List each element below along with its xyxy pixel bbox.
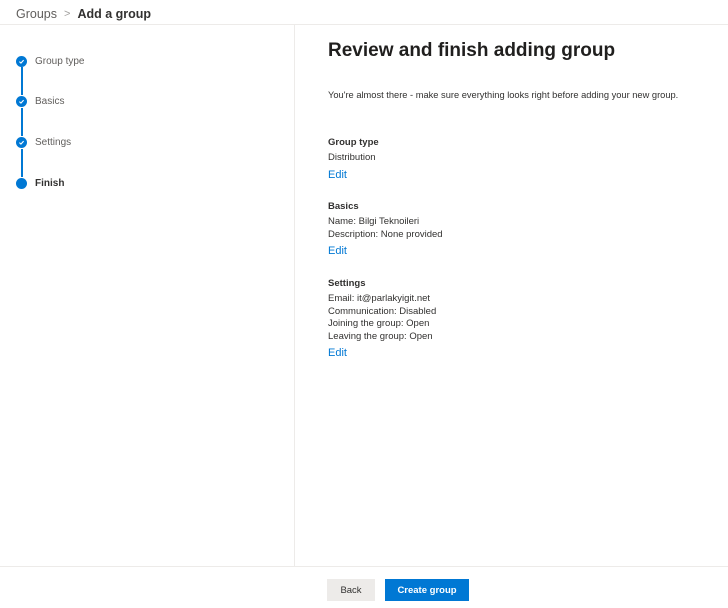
step-settings[interactable]: Settings xyxy=(16,135,71,149)
breadcrumb-current: Add a group xyxy=(77,7,152,21)
section-settings: Settings Email: it@parlakyigit.net Commu… xyxy=(328,277,436,361)
step-label: Settings xyxy=(35,136,72,148)
section-value: Leaving the group: Open xyxy=(328,330,433,342)
step-connector xyxy=(21,108,23,136)
edit-settings-link[interactable]: Edit xyxy=(328,347,347,359)
section-value: Communication: Disabled xyxy=(328,305,437,317)
section-value: Distribution xyxy=(328,152,376,163)
section-group-type: Group type Distribution Edit xyxy=(328,136,379,183)
check-circle-icon xyxy=(16,55,27,67)
breadcrumb-groups-link[interactable]: Groups xyxy=(16,7,57,21)
footer-divider xyxy=(0,566,728,567)
back-button[interactable]: Back xyxy=(327,579,375,601)
breadcrumb: Groups > Add a group xyxy=(16,5,151,23)
page-title: Review and finish adding group xyxy=(328,40,616,61)
panel-divider xyxy=(294,25,295,566)
section-title: Group type xyxy=(328,137,379,148)
section-value: Joining the group: Open xyxy=(328,318,430,329)
check-circle-icon xyxy=(16,136,27,148)
section-title: Basics xyxy=(328,201,359,212)
step-group-type[interactable]: Group type xyxy=(16,54,84,68)
section-basics: Basics Name: Bilgi Teknoileri Descriptio… xyxy=(328,200,443,259)
section-value: Email: it@parlakyigit.net xyxy=(328,293,431,304)
check-circle-icon xyxy=(16,95,27,107)
create-group-button[interactable]: Create group xyxy=(385,579,469,601)
header-divider xyxy=(0,24,728,25)
main-content: Review and finish adding group xyxy=(328,38,718,64)
section-value: Description: None provided xyxy=(328,228,443,240)
filled-circle-icon xyxy=(16,177,27,189)
section-title: Settings xyxy=(328,278,366,289)
step-connector xyxy=(21,149,23,177)
step-label: Finish xyxy=(35,177,65,189)
step-basics[interactable]: Basics xyxy=(16,94,64,108)
step-label: Basics xyxy=(35,95,65,107)
breadcrumb-chevron-icon: > xyxy=(64,8,71,20)
edit-basics-link[interactable]: Edit xyxy=(328,245,347,257)
section-value: Name: Bilgi Teknoileri xyxy=(328,216,420,227)
edit-group-type-link[interactable]: Edit xyxy=(328,169,347,181)
step-label: Group type xyxy=(35,55,85,67)
intro-text: You're almost there - make sure everythi… xyxy=(328,90,679,100)
step-finish[interactable]: Finish xyxy=(16,176,64,190)
step-connector xyxy=(21,67,23,95)
